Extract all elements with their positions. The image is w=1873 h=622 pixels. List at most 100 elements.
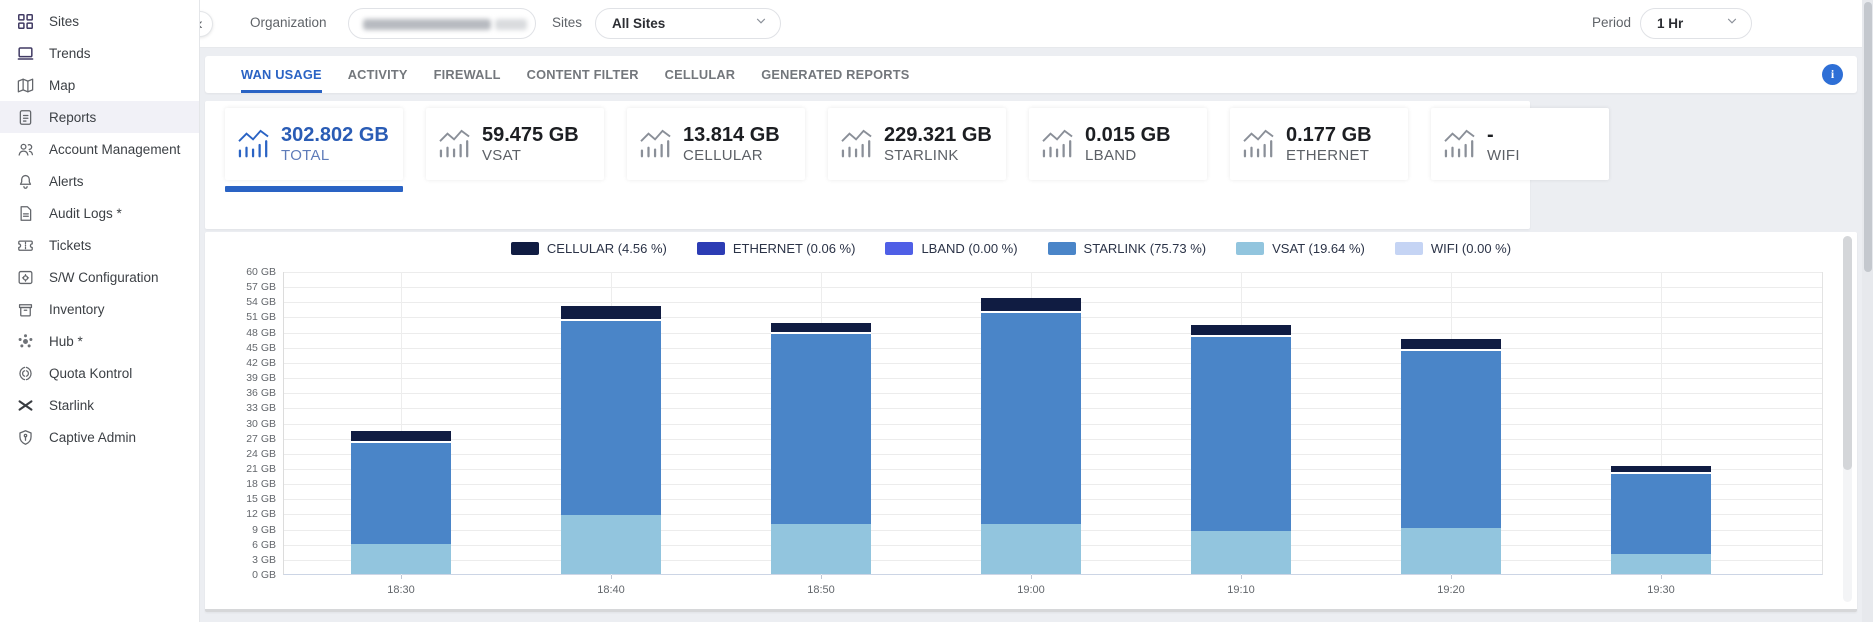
sidebar-item-alerts[interactable]: Alerts (0, 165, 199, 197)
box-icon (16, 299, 36, 319)
tab-content-filter[interactable]: CONTENT FILTER (527, 56, 639, 93)
sidebar-item-starlink[interactable]: Starlink (0, 389, 199, 421)
bar-segment-cellular-19:10[interactable] (1191, 325, 1291, 335)
x-axis-tick-label: 18:50 (786, 584, 856, 596)
page-scrollbar-thumb[interactable] (1864, 2, 1872, 272)
stacked-bar-19:30 (1611, 271, 1711, 574)
bar-segment-starlink-19:00[interactable] (981, 311, 1081, 523)
bar-segment-vsat-18:40[interactable] (561, 515, 661, 574)
sidebar-item-quota-kontrol[interactable]: Quota Kontrol (0, 357, 199, 389)
topbar: ‹ Organization Sites All Sites Period 1 … (200, 0, 1873, 48)
wan-usage-summary: 302.802 GBTOTAL 59.475 GBVSAT 13.814 GBCEL… (205, 101, 1530, 229)
bar-segment-cellular-19:30[interactable] (1611, 466, 1711, 472)
sidebar-item-captive-admin[interactable]: Captive Admin (0, 421, 199, 453)
chart-card-scrollbar[interactable] (1843, 236, 1852, 602)
legend-item-starlink[interactable]: STARLINK (75.73 %) (1048, 241, 1207, 256)
tab-generated-reports[interactable]: GENERATED REPORTS (761, 56, 909, 93)
bar-segment-cellular-19:00[interactable] (981, 298, 1081, 311)
x-axis-tick-label: 18:40 (576, 584, 646, 596)
legend-label: LBAND (0.00 %) (921, 241, 1017, 256)
report-tabs: WAN USAGE ACTIVITY FIREWALL CONTENT FILTER C… (205, 56, 1857, 93)
bar-segment-cellular-18:30[interactable] (351, 431, 451, 441)
x-axis-tick-label: 19:20 (1416, 584, 1486, 596)
legend-item-cellular[interactable]: CELLULAR (4.56 %) (511, 241, 667, 256)
hub-icon (16, 331, 36, 351)
metric-value: 0.015 GB (1085, 124, 1171, 147)
sites-select-value: All Sites (596, 16, 665, 31)
legend-item-ethernet[interactable]: ETHERNET (0.06 %) (697, 241, 856, 256)
bar-segment-vsat-19:20[interactable] (1401, 528, 1501, 574)
legend-item-lband[interactable]: LBAND (0.00 %) (885, 241, 1017, 256)
sidebar-item-label: Hub * (49, 334, 83, 349)
metric-value: - (1487, 124, 1520, 147)
sidebar-item-tickets[interactable]: Tickets (0, 229, 199, 261)
metric-tile-lband[interactable]: 0.015 GBLBAND (1029, 108, 1207, 180)
metric-tile-vsat[interactable]: 59.475 GBVSAT (426, 108, 604, 180)
metric-label: LBAND (1085, 147, 1171, 164)
bar-segment-vsat-19:30[interactable] (1611, 554, 1711, 574)
bar-segment-starlink-19:20[interactable] (1401, 349, 1501, 528)
metric-value: 229.321 GB (884, 124, 992, 147)
metric-value: 302.802 GB (281, 124, 389, 147)
sidebar-item-label: Map (49, 78, 75, 93)
legend-swatch (511, 242, 539, 255)
tab-activity[interactable]: ACTIVITY (348, 56, 408, 93)
sidebar-item-reports[interactable]: Reports (0, 101, 199, 133)
bar-segment-starlink-19:30[interactable] (1611, 472, 1711, 554)
sidebar-item-inventory[interactable]: Inventory (0, 293, 199, 325)
metric-tile-wifi[interactable]: -WIFI (1431, 108, 1609, 180)
legend-item-wifi[interactable]: WIFI (0.00 %) (1395, 241, 1511, 256)
legend-item-vsat[interactable]: VSAT (19.64 %) (1236, 241, 1365, 256)
sidebar-item-trends[interactable]: Trends (0, 37, 199, 69)
bar-segment-cellular-18:40[interactable] (561, 306, 661, 319)
y-axis-tick-label: 57 GB (218, 281, 276, 293)
page-scrollbar[interactable] (1862, 0, 1873, 622)
sidebar-item-sites[interactable]: Sites (0, 5, 199, 37)
chart-card-scrollbar-thumb[interactable] (1843, 236, 1852, 470)
mini-chart-icon (639, 129, 673, 159)
bar-segment-vsat-19:00[interactable] (981, 524, 1081, 575)
bar-segment-vsat-18:30[interactable] (351, 544, 451, 574)
tab-wan-usage[interactable]: WAN USAGE (241, 56, 322, 93)
bar-segment-vsat-19:10[interactable] (1191, 531, 1291, 574)
sidebar-item-map[interactable]: Map (0, 69, 199, 101)
bar-segment-cellular-19:20[interactable] (1401, 339, 1501, 349)
metric-tile-cellular[interactable]: 13.814 GBCELLULAR (627, 108, 805, 180)
y-axis-tick-label: 24 GB (218, 448, 276, 460)
bar-segment-starlink-18:40[interactable] (561, 319, 661, 515)
sidebar-item-s-w-configuration[interactable]: S/W Configuration (0, 261, 199, 293)
x-axis-tick (1661, 575, 1662, 579)
bar-segment-cellular-18:50[interactable] (771, 323, 871, 333)
stacked-bar-19:20 (1401, 271, 1501, 574)
tab-cellular[interactable]: CELLULAR (665, 56, 736, 93)
metric-tile-ethernet[interactable]: 0.177 GBETHERNET (1230, 108, 1408, 180)
y-axis-tick-label: 12 GB (218, 508, 276, 520)
info-icon[interactable]: i (1822, 64, 1843, 85)
report-icon (16, 107, 36, 127)
sites-select[interactable]: All Sites (595, 8, 781, 39)
metric-tile-total[interactable]: 302.802 GBTOTAL (225, 108, 403, 180)
bar-segment-starlink-18:50[interactable] (771, 333, 871, 524)
sidebar-item-label: Reports (49, 110, 96, 125)
bar-segment-starlink-19:10[interactable] (1191, 335, 1291, 531)
sites-label: Sites (552, 15, 582, 30)
period-select[interactable]: 1 Hr (1640, 8, 1752, 39)
mini-chart-icon (1443, 129, 1477, 159)
legend-label: WIFI (0.00 %) (1431, 241, 1511, 256)
sidebar-item-label: Starlink (49, 398, 94, 413)
period-select-value: 1 Hr (1641, 16, 1683, 31)
sidebar-item-audit-logs[interactable]: Audit Logs * (0, 197, 199, 229)
bar-segment-vsat-18:50[interactable] (771, 524, 871, 575)
mini-chart-icon (1041, 129, 1075, 159)
bar-segment-starlink-18:30[interactable] (351, 441, 451, 544)
organization-select[interactable] (348, 8, 536, 39)
sidebar-item-account-management[interactable]: Account Management (0, 133, 199, 165)
tab-firewall[interactable]: FIREWALL (434, 56, 501, 93)
sidebar-item-label: Captive Admin (49, 430, 136, 445)
people-icon (16, 139, 36, 159)
metric-tile-starlink[interactable]: 229.321 GBSTARLINK (828, 108, 1006, 180)
sidebar-item-label: Alerts (49, 174, 84, 189)
y-axis-tick-label: 36 GB (218, 387, 276, 399)
sidebar-item-label: Account Management (49, 142, 180, 157)
sidebar-item-hub[interactable]: Hub * (0, 325, 199, 357)
